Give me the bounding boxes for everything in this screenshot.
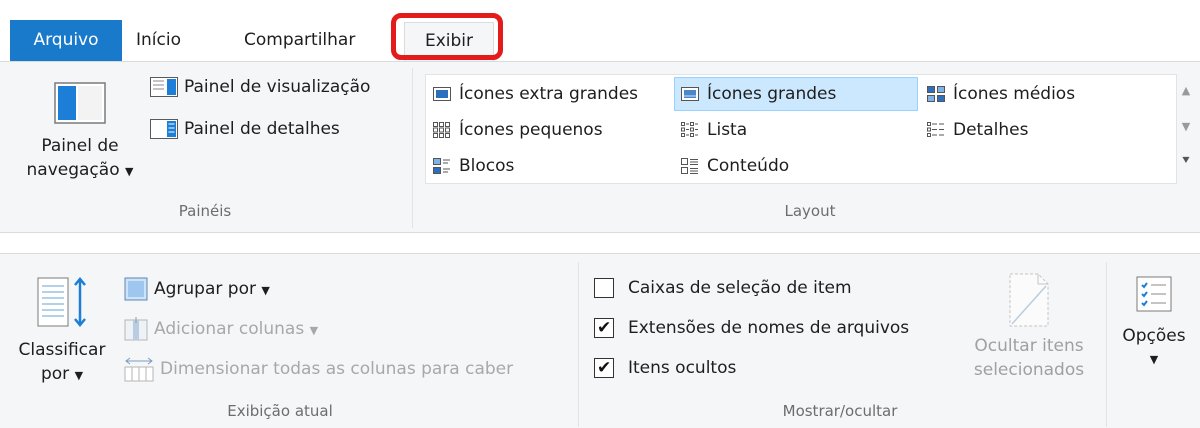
layout-gallery-scrollbar[interactable]: ▲ ▼ ⯆: [1177, 74, 1195, 184]
options-button[interactable]: Opções ▼: [1110, 276, 1198, 372]
layout-item-label: Ícones extra grandes: [459, 84, 639, 104]
chevron-down-icon: ▼: [1149, 353, 1159, 366]
divider: [1106, 262, 1107, 427]
item-checkboxes-option[interactable]: Caixas de seleção de item: [594, 274, 852, 304]
ribbon-tabs: Arquivo Início Compartilhar Exibir: [0, 0, 1200, 62]
preview-pane-icon: [150, 77, 178, 97]
layout-item-tiles[interactable]: Blocos: [426, 149, 672, 183]
sort-by-button[interactable]: Classificar por ▼: [10, 274, 114, 388]
hidden-items-checkbox[interactable]: [594, 354, 614, 382]
layout-gallery: Ícones extra grandes Ícones grandes Ícon…: [425, 74, 1177, 184]
medium-icons-icon: [927, 86, 945, 102]
add-columns-label: Adicionar colunas: [154, 319, 305, 339]
hide-selected-label-2: selecionados: [973, 360, 1085, 380]
details-pane-icon: [150, 119, 178, 139]
ribbon-band-top: Painel de navegação ▼ Painel de visualiz…: [0, 61, 1200, 233]
large-icons-icon: [681, 87, 699, 101]
hide-selected-label-1: Ocultar itens: [974, 336, 1084, 356]
group-by-label: Agrupar por: [154, 279, 256, 299]
content-view-icon: [681, 158, 698, 174]
divider: [412, 68, 413, 228]
layout-item-details[interactable]: Detalhes: [920, 113, 1160, 147]
group-label-show-hide: Mostrar/ocultar: [782, 402, 898, 420]
item-checkboxes-label: Caixas de seleção de item: [628, 278, 852, 298]
hidden-items-label: Itens ocultos: [628, 358, 737, 378]
chevron-down-icon: ▼: [309, 324, 319, 337]
hide-selected-icon: [1009, 273, 1049, 327]
layout-item-list[interactable]: Lista: [674, 113, 918, 147]
details-view-icon: [927, 122, 944, 137]
hidden-items-option[interactable]: Itens ocultos: [594, 354, 736, 384]
chevron-down-icon: ▼: [261, 284, 270, 297]
group-by-icon: [124, 277, 148, 301]
file-extensions-option[interactable]: Extensões de nomes de arquivos: [594, 314, 909, 344]
group-by-button[interactable]: Agrupar por ▼: [124, 274, 270, 304]
size-columns-label: Dimensionar todas as colunas para caber: [160, 359, 514, 379]
options-label: Opções: [1122, 326, 1186, 346]
ribbon-band-bottom: Classificar por ▼ Agrupar por ▼ Adiciona…: [0, 253, 1200, 428]
sort-by-label-2: por: [40, 364, 70, 384]
scroll-down-icon[interactable]: ▼: [1177, 120, 1195, 133]
size-columns-icon: [124, 357, 154, 382]
sort-icon: [37, 277, 86, 327]
group-label-panes: Painéis: [178, 202, 232, 220]
layout-item-label: Detalhes: [953, 120, 1029, 140]
sort-by-label-1: Classificar: [18, 340, 106, 360]
add-columns-icon: [124, 317, 148, 341]
options-icon: [1136, 276, 1172, 312]
layout-item-label: Ícones médios: [953, 84, 1076, 104]
extra-large-icons-icon: [433, 87, 451, 101]
layout-item-small-icons[interactable]: Ícones pequenos: [426, 113, 672, 147]
file-extensions-checkbox[interactable]: [594, 314, 614, 342]
layout-item-large-icons[interactable]: Ícones grandes: [674, 77, 918, 111]
list-view-icon: [681, 122, 698, 137]
preview-pane-label: Painel de visualização: [184, 77, 371, 97]
tab-home[interactable]: Início: [126, 20, 191, 62]
layout-item-label: Ícones grandes: [707, 84, 837, 104]
layout-item-label: Blocos: [459, 156, 515, 176]
hide-selected-items-button[interactable]: Ocultar itens selecionados: [955, 272, 1103, 382]
small-icons-icon: [433, 122, 450, 138]
details-pane-label: Painel de detalhes: [184, 119, 340, 139]
file-extensions-label: Extensões de nomes de arquivos: [628, 318, 910, 338]
chevron-down-icon: ▼: [74, 369, 84, 382]
layout-item-extra-large-icons[interactable]: Ícones extra grandes: [426, 77, 672, 111]
highlight-annotation: [391, 13, 503, 60]
layout-item-label: Ícones pequenos: [459, 120, 603, 140]
tiles-icon: [433, 158, 450, 174]
group-label-layout: Layout: [784, 202, 836, 220]
tab-share[interactable]: Compartilhar: [234, 20, 365, 62]
layout-item-label: Conteúdo: [707, 156, 790, 176]
tab-file[interactable]: Arquivo: [10, 20, 122, 62]
navigation-pane-label-2: navegação: [26, 160, 120, 180]
layout-item-label: Lista: [707, 120, 748, 140]
scroll-up-icon[interactable]: ▲: [1177, 84, 1195, 97]
add-columns-button[interactable]: Adicionar colunas ▼: [124, 314, 318, 344]
group-label-current-view: Exibição atual: [227, 402, 333, 420]
navigation-pane-icon: [54, 82, 106, 124]
navigation-pane-button[interactable]: Painel de navegação ▼: [24, 82, 136, 184]
layout-item-medium-icons[interactable]: Ícones médios: [920, 77, 1160, 111]
preview-pane-button[interactable]: Painel de visualização: [150, 72, 370, 102]
layout-item-content[interactable]: Conteúdo: [674, 149, 918, 183]
details-pane-button[interactable]: Painel de detalhes: [150, 114, 340, 144]
size-columns-button[interactable]: Dimensionar todas as colunas para caber: [124, 354, 513, 384]
gallery-expand-icon[interactable]: ⯆: [1177, 154, 1195, 169]
divider: [578, 262, 579, 427]
item-checkboxes-checkbox[interactable]: [594, 278, 614, 298]
navigation-pane-label-1: Painel de: [41, 136, 119, 156]
chevron-down-icon: ▼: [125, 165, 134, 178]
